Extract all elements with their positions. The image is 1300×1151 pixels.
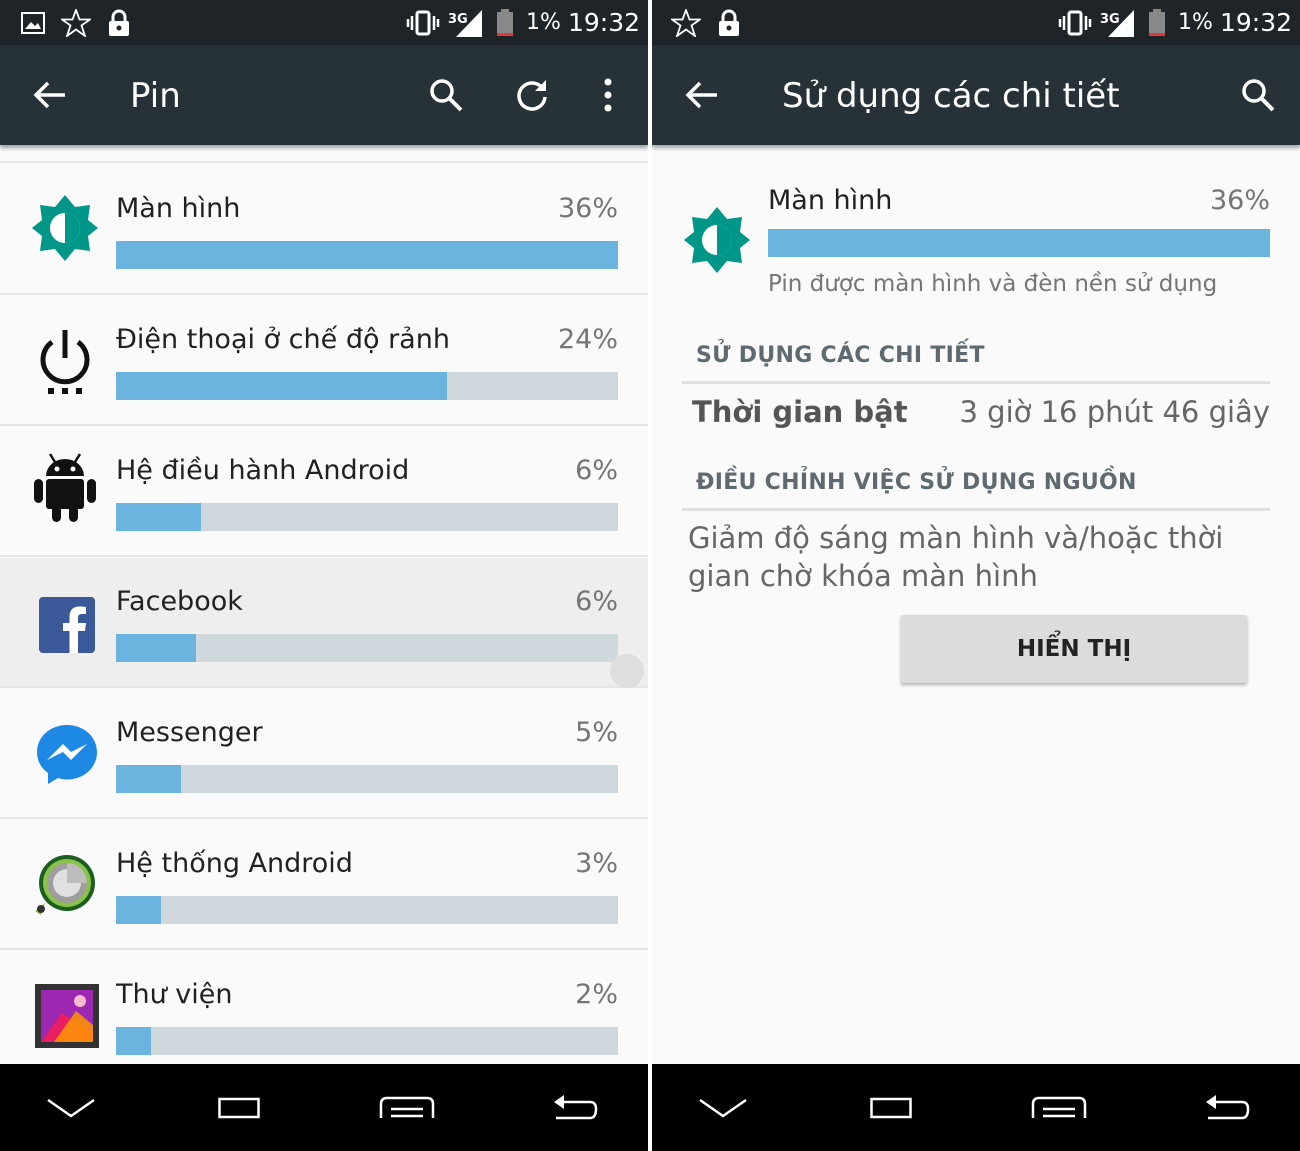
app-name: Facebook (116, 586, 243, 617)
app-name: Màn hình (116, 193, 241, 224)
usage-bar-fill (116, 372, 448, 400)
usage-bar-fill (116, 503, 202, 531)
app-bar: Pin (0, 45, 648, 145)
usage-bar (116, 241, 618, 269)
navigation-bar (652, 1064, 1300, 1151)
usage-bar (116, 372, 618, 400)
usage-bar (768, 229, 1270, 257)
chevron-down-icon[interactable] (36, 1086, 106, 1130)
usage-details-header: SỬ DỤNG CÁC CHI TIẾT (696, 343, 985, 368)
usage-bar (116, 1027, 618, 1055)
search-icon[interactable] (424, 73, 468, 117)
battery-usage-list: Màn hình 36% Điện thoại ở chế độ rảnh 24… (0, 145, 648, 1064)
section-divider (682, 508, 1270, 511)
star-notification-icon (670, 8, 702, 38)
power-adjust-header: ĐIỀU CHỈNH VIỆC SỬ DỤNG NGUỒN (696, 470, 1137, 495)
chevron-down-icon[interactable] (688, 1086, 758, 1130)
back-button-icon[interactable] (540, 1086, 610, 1130)
menu-button-icon[interactable] (372, 1086, 442, 1130)
battery-percent: 1% (526, 10, 561, 35)
battery-icon (494, 8, 516, 38)
usage-percent: 24% (557, 324, 618, 355)
page-title: Pin (130, 76, 181, 116)
usage-details-screen: 3G 1% 19:32 Sử dụng các chi tiết Màn hìn… (652, 0, 1300, 1151)
app-name: Hệ điều hành Android (116, 455, 410, 486)
list-item[interactable]: Hệ thống Android 3% (0, 820, 648, 950)
image-notification-icon (20, 8, 46, 38)
usage-bar-fill (116, 241, 618, 269)
section-divider (682, 381, 1270, 384)
home-button-icon[interactable] (856, 1086, 926, 1130)
app-name: Màn hình (768, 185, 893, 216)
power-saving-hint: Giảm độ sáng màn hình và/hoặc thời gian … (688, 521, 1224, 593)
status-bar: 3G 1% 19:32 (0, 0, 648, 45)
on-time-label: Thời gian bật (692, 395, 908, 429)
app-name: Điện thoại ở chế độ rảnh (116, 324, 450, 355)
search-icon[interactable] (1236, 73, 1280, 117)
more-options-icon[interactable] (586, 73, 630, 117)
list-item[interactable]: Màn hình 36% (0, 165, 648, 295)
battery-screen: 3G 1% 19:32 Pin Màn hình 36% Điện thoại … (0, 0, 648, 1151)
lock-icon (716, 8, 742, 38)
menu-button-icon[interactable] (1024, 1086, 1094, 1130)
network-type: 3G (448, 12, 468, 27)
navigation-bar (0, 1064, 648, 1151)
brightness-icon (30, 193, 100, 263)
vibrate-icon (406, 8, 440, 38)
usage-bar (116, 896, 618, 924)
usage-percent: 36% (557, 193, 618, 224)
list-item[interactable]: Messenger 5% (0, 689, 648, 819)
brightness-icon (682, 205, 752, 275)
power-icon (30, 326, 100, 396)
back-arrow-icon[interactable] (28, 73, 72, 117)
usage-bar (116, 634, 618, 662)
status-bar: 3G 1% 19:32 (652, 0, 1300, 45)
usage-percent: 6% (575, 455, 618, 486)
clock: 19:32 (1220, 8, 1293, 37)
usage-bar (116, 503, 618, 531)
usage-bar (116, 765, 618, 793)
ripple-touch-indicator (610, 654, 644, 688)
page-title: Sử dụng các chi tiết (782, 76, 1120, 116)
lock-icon (106, 8, 132, 38)
usage-percent: 3% (575, 848, 618, 879)
list-divider (0, 161, 648, 163)
usage-percent: 5% (575, 717, 618, 748)
usage-percent: 2% (575, 979, 618, 1010)
battery-icon (1146, 8, 1168, 38)
clock: 19:32 (568, 8, 641, 37)
back-button-icon[interactable] (1192, 1086, 1262, 1130)
vibrate-icon (1058, 8, 1092, 38)
list-item[interactable]: Hệ điều hành Android 6% (0, 427, 648, 557)
list-item[interactable]: Thư viện 2% (0, 951, 648, 1081)
usage-bar-fill (116, 634, 197, 662)
list-item[interactable]: Facebook 6% (0, 558, 648, 688)
list-item[interactable]: Điện thoại ở chế độ rảnh 24% (0, 296, 648, 426)
app-name: Hệ thống Android (116, 848, 353, 879)
usage-bar-fill (116, 896, 162, 924)
messenger-icon (32, 719, 102, 789)
star-notification-icon (60, 8, 92, 38)
back-arrow-icon[interactable] (680, 73, 724, 117)
android-system-icon (30, 850, 100, 920)
app-bar: Sử dụng các chi tiết (652, 45, 1300, 145)
android-icon (30, 453, 100, 523)
usage-bar-fill (116, 765, 182, 793)
usage-percent: 6% (575, 586, 618, 617)
network-type: 3G (1100, 12, 1120, 27)
home-button-icon[interactable] (204, 1086, 274, 1130)
gallery-icon (32, 981, 102, 1051)
usage-percent: 36% (1209, 185, 1270, 216)
refresh-icon[interactable] (510, 73, 554, 117)
usage-bar-fill (116, 1027, 152, 1055)
display-settings-button[interactable]: HIỂN THỊ (901, 615, 1247, 683)
usage-detail-panel: Màn hình 36% Pin được màn hình và đèn nề… (652, 145, 1300, 1064)
facebook-icon (32, 590, 102, 660)
app-name: Thư viện (116, 979, 233, 1010)
app-name: Messenger (116, 717, 263, 748)
usage-description: Pin được màn hình và đèn nền sử dụng (768, 271, 1218, 297)
battery-percent: 1% (1178, 10, 1213, 35)
on-time-value: 3 giờ 16 phút 46 giây (959, 395, 1271, 429)
